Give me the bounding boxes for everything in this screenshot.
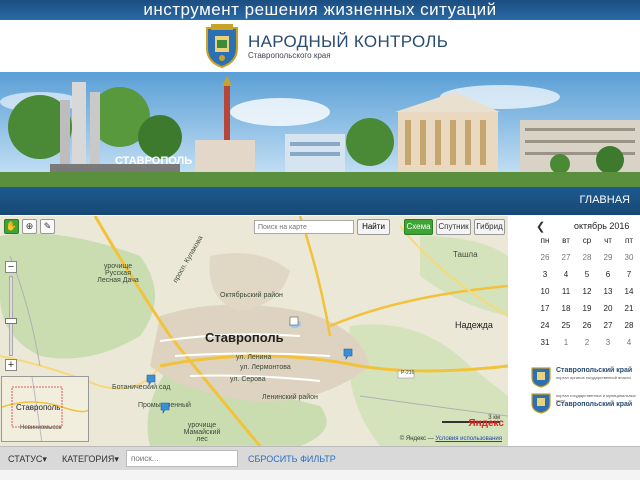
coat-of-arms-icon [206, 24, 238, 68]
calendar-prev-icon[interactable]: ❮ [536, 220, 545, 233]
terms-link[interactable]: Условия использования [435, 436, 502, 442]
gov-portal-link[interactable]: Ставропольский край портал органов госуд… [530, 366, 640, 390]
minimap-city-label: Ставрополь [16, 403, 61, 412]
calendar-day[interactable]: 21 [618, 304, 640, 313]
zoom-slider-track[interactable] [9, 276, 13, 356]
calendar-day[interactable]: 20 [597, 304, 619, 313]
city-map[interactable]: ✋ ⊕ ✎ Найти Схема Спутник Гибрид − + Ста… [0, 216, 508, 446]
calendar-day[interactable]: 26 [534, 253, 556, 262]
calendar-day[interactable]: 5 [576, 270, 598, 279]
map-label-lermontova: ул. Лермонтова [240, 364, 291, 371]
calendar-day[interactable]: 28 [618, 321, 640, 330]
calendar-day[interactable]: 27 [555, 253, 577, 262]
nav-home-link[interactable]: ГЛАВНАЯ [580, 194, 630, 206]
calendar-day[interactable]: 12 [576, 287, 598, 296]
calendar-weekday: пт [625, 236, 633, 245]
calendar-day[interactable]: 2 [576, 338, 598, 347]
calendar-day[interactable]: 11 [555, 287, 577, 296]
calendar-widget: ❮ октябрь 2016 пн вт ср чт пт 26 27 28 29 30 3 4 5 6 7… [508, 216, 640, 446]
coat-of-arms-icon [531, 367, 551, 388]
gov-services-link[interactable]: Ставропольский край портал государственн… [530, 392, 640, 416]
coat-of-arms-icon [531, 393, 551, 414]
calendar-day[interactable]: 10 [534, 287, 556, 296]
map-label-leninsky: Ленинский район [262, 394, 318, 401]
site-subtitle: Ставропольского края [248, 51, 331, 60]
map-label-botanichesky: Ботанический сад [112, 384, 171, 391]
calendar-day[interactable]: 27 [597, 321, 619, 330]
calendar-day[interactable]: 28 [576, 253, 598, 262]
caret-down-icon: ▾ [114, 454, 119, 464]
minimap-town-label: Невинномысск [20, 425, 62, 431]
map-marker-icon[interactable] [160, 402, 170, 414]
map-label-lenina: ул. Ленина [236, 354, 272, 361]
map-find-button[interactable]: Найти [357, 219, 390, 235]
calendar-day[interactable]: 24 [534, 321, 556, 330]
map-label-urochishe: урочище Русская Лесная Дача [97, 263, 139, 284]
map-label-r216: Р-216 [401, 370, 415, 376]
calendar-day[interactable]: 13 [597, 287, 619, 296]
main-nav: ГЛАВНАЯ [0, 187, 640, 215]
calendar-day[interactable]: 30 [618, 253, 640, 262]
ruler-icon[interactable]: ✎ [40, 219, 55, 234]
calendar-day[interactable]: 6 [597, 270, 619, 279]
map-marker-icon[interactable] [146, 374, 156, 386]
header-logo-band: НАРОДНЫЙ КОНТРОЛЬ Ставропольского края [0, 20, 640, 72]
zoom-area-icon[interactable]: ⊕ [22, 219, 37, 234]
calendar-day[interactable]: 4 [555, 270, 577, 279]
calendar-weekday: ср [582, 236, 592, 245]
calendar-day[interactable]: 26 [576, 321, 598, 330]
calendar-day[interactable]: 18 [555, 304, 577, 313]
banner-city-sign: СТАВРОПОЛЬ [115, 155, 192, 167]
map-label-tashla: Ташла [453, 250, 478, 259]
calendar-day[interactable]: 7 [618, 270, 640, 279]
zoom-slider-thumb[interactable] [5, 318, 17, 324]
map-copyright: © Яндекс — Условия использования [399, 436, 502, 442]
calendar-day[interactable]: 25 [555, 321, 577, 330]
status-dropdown[interactable]: СТАТУС▾ [8, 454, 47, 465]
calendar-weekday: вт [562, 236, 570, 245]
hand-tool-icon[interactable]: ✋ [4, 219, 19, 234]
overview-minimap[interactable]: Ставрополь Невинномысск [1, 376, 89, 442]
map-label-oktyabrsky: Октябрьский район [220, 292, 283, 299]
city-banner: СТАВРОПОЛЬ [0, 72, 640, 187]
calendar-day[interactable]: 3 [534, 270, 556, 279]
maptype-scheme-button[interactable]: Схема [404, 219, 433, 235]
calendar-day[interactable]: 1 [555, 338, 577, 347]
calendar-day[interactable]: 29 [597, 253, 619, 262]
map-marker-icon[interactable] [343, 348, 353, 360]
caret-down-icon: ▾ [42, 454, 47, 464]
map-label-serova: ул. Серова [230, 376, 266, 383]
map-poi-icon [289, 316, 299, 326]
map-label-mamaysky: урочище Мамайский лес [183, 422, 221, 443]
calendar-day[interactable]: 31 [534, 338, 556, 347]
site-title: НАРОДНЫЙ КОНТРОЛЬ [248, 32, 449, 51]
zoom-out-button[interactable]: + [5, 359, 17, 371]
yandex-logo: Яндекс [468, 418, 504, 429]
calendar-weekday: пн [540, 236, 550, 245]
calendar-day[interactable]: 3 [597, 338, 619, 347]
calendar-day[interactable]: 17 [534, 304, 556, 313]
calendar-day[interactable]: 19 [576, 304, 598, 313]
site-tagline: инструмент решения жизненных ситуаций [0, 0, 640, 20]
filter-bar: СТАТУС▾ КАТЕГОРИЯ▾ СБРОСИТЬ ФИЛЬТР [0, 446, 640, 470]
map-label-nadezhda: Надежда [455, 320, 493, 330]
reset-filter-link[interactable]: СБРОСИТЬ ФИЛЬТР [248, 454, 336, 464]
zoom-in-button[interactable]: − [5, 261, 17, 273]
category-dropdown[interactable]: КАТЕГОРИЯ▾ [62, 454, 119, 465]
filter-search-input[interactable] [126, 450, 238, 467]
calendar-day[interactable]: 14 [618, 287, 640, 296]
calendar-month-label: октябрь 2016 [574, 221, 630, 231]
map-search-input[interactable] [254, 220, 354, 234]
maptype-satellite-button[interactable]: Спутник [436, 219, 471, 235]
calendar-day[interactable]: 4 [618, 338, 640, 347]
calendar-weekday: чт [604, 236, 612, 245]
maptype-hybrid-button[interactable]: Гибрид [474, 219, 505, 235]
map-city-label: Ставрополь [205, 330, 284, 345]
page-bottom [0, 470, 640, 480]
